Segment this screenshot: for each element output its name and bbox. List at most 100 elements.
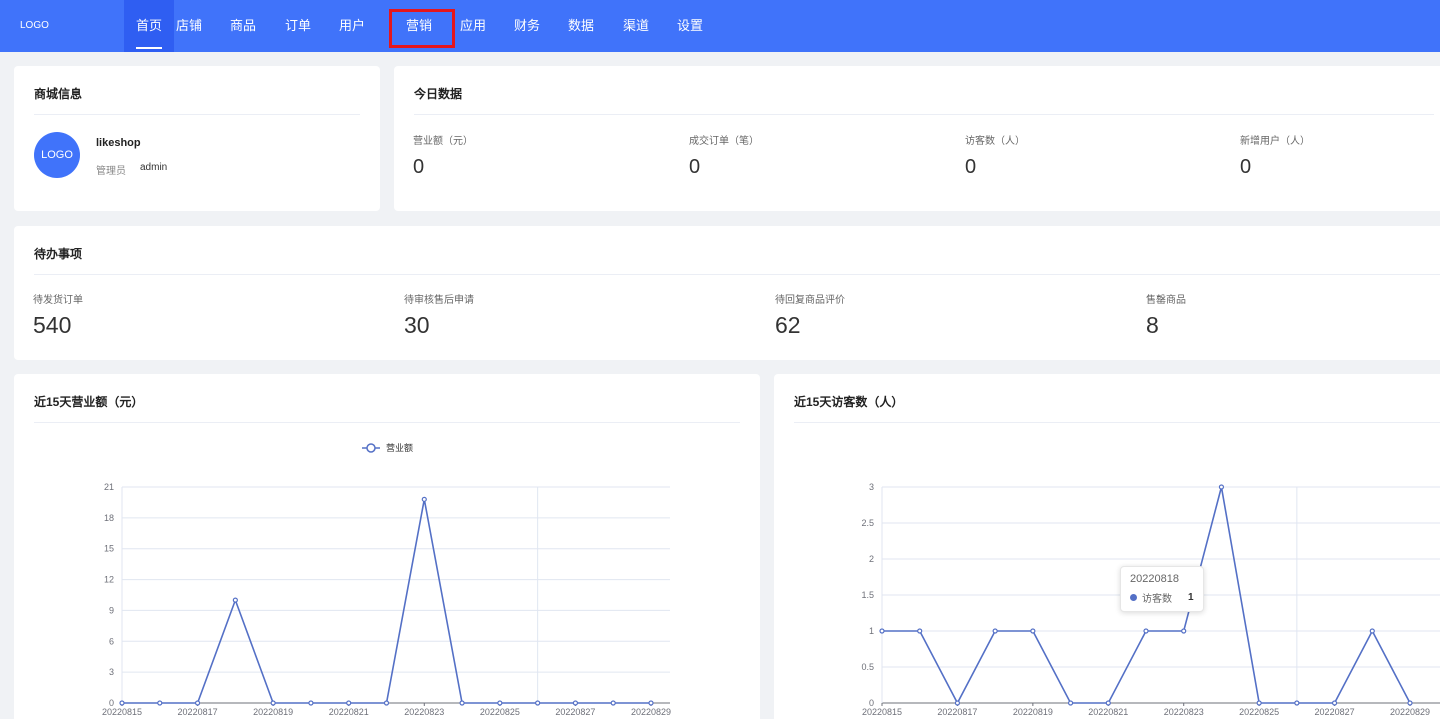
todo-title: 待办事项 — [34, 247, 83, 261]
y-tick-label: 3 — [109, 667, 114, 677]
data-point — [459, 700, 465, 706]
todo-label-pending-shipment: 待发货订单 — [33, 295, 83, 306]
data-point — [119, 700, 125, 706]
logo: LOGO — [20, 20, 49, 31]
y-tick-label: 6 — [109, 636, 114, 646]
stat-label-new-users: 新增用户（人） — [1240, 136, 1310, 147]
tooltip-series-label: 访客数 — [1142, 594, 1172, 605]
data-point — [610, 700, 616, 706]
shop-name: likeshop — [96, 137, 141, 149]
legend-label: 营业额 — [386, 442, 413, 453]
data-point — [1369, 628, 1375, 634]
data-point — [1407, 700, 1413, 706]
data-point — [1030, 628, 1036, 634]
nav-home[interactable]: 首页 — [124, 0, 174, 52]
todo-label-review-reply: 待回复商品评价 — [775, 295, 845, 306]
y-tick-label: 12 — [104, 575, 114, 585]
top-navbar: LOGO 首页 店铺 商品 订单 用户 营销 应用 财务 数据 渠道 设置 — [0, 0, 1440, 52]
visitor-chart-card: 近15天访客数（人） 0 0.5 1 1.5 2 2.5 3 20220815 20220817… — [774, 374, 1440, 719]
stat-value-new-users: 0 — [1240, 156, 1252, 178]
stat-label-orders: 成交订单（笔） — [689, 136, 759, 147]
tooltip-row: 访客数 1 — [1130, 590, 1194, 605]
nav-finance[interactable]: 财务 — [514, 0, 540, 52]
x-tick-label: 20220821 — [329, 707, 369, 717]
data-point — [1143, 628, 1149, 634]
data-point — [157, 700, 163, 706]
tooltip-value: 1 — [1188, 592, 1194, 603]
nav-data[interactable]: 数据 — [568, 0, 594, 52]
x-tick-label: 20220829 — [1390, 707, 1430, 717]
y-tick-label: 2.5 — [861, 518, 874, 528]
y-tick-label: 21 — [104, 482, 114, 492]
data-point — [1105, 700, 1111, 706]
todo-value-after-sale[interactable]: 30 — [404, 312, 430, 339]
stat-value-orders: 0 — [689, 156, 701, 178]
shop-info-title: 商城信息 — [34, 87, 83, 101]
data-point — [1181, 628, 1187, 634]
data-point — [954, 700, 961, 706]
todo-value-review-reply[interactable]: 62 — [775, 312, 801, 339]
role-value: admin — [140, 162, 168, 173]
nav-users[interactable]: 用户 — [339, 0, 365, 52]
data-point — [1256, 700, 1262, 706]
visitor-line-chart: 00.511.522.5320220815 20220817 20220819 202… — [861, 482, 1440, 717]
data-point — [497, 700, 503, 706]
data-point — [383, 700, 390, 706]
y-tick-label: 1.5 — [861, 590, 874, 600]
data-point — [535, 700, 541, 706]
x-tick-label: 20220815 — [102, 707, 142, 717]
stat-value-visitors: 0 — [965, 156, 977, 178]
x-tick-label: 20220817 — [178, 707, 218, 717]
y-tick-label: 18 — [104, 513, 114, 523]
x-tick-label: 20220821 — [1088, 707, 1128, 717]
y-tick-label: 0.5 — [861, 662, 874, 672]
x-tick-label: 20220819 — [1013, 707, 1053, 717]
role-label: 管理员 — [96, 166, 126, 177]
x-tick-label: 20220825 — [480, 707, 520, 717]
stat-value-revenue: 0 — [413, 156, 425, 178]
nav-orders[interactable]: 订单 — [285, 0, 311, 52]
data-point — [572, 700, 579, 706]
x-tick-label: 20220819 — [253, 707, 293, 717]
shop-avatar: LOGO — [34, 132, 80, 178]
x-tick-label: 20220829 — [631, 707, 671, 717]
y-tick-label: 2 — [869, 554, 874, 564]
data-point — [992, 628, 998, 634]
shop-info-card: 商城信息 LOGO likeshop 管理员 admin — [14, 66, 380, 211]
data-point — [1067, 700, 1074, 706]
nav-marketing[interactable]: 营销 — [393, 0, 445, 52]
data-point — [1331, 700, 1338, 706]
data-point — [648, 700, 654, 706]
y-tick-label: 9 — [109, 605, 114, 615]
nav-shop[interactable]: 店铺 — [176, 0, 202, 52]
divider — [34, 274, 1440, 275]
todo-value-pending-shipment[interactable]: 540 — [33, 312, 71, 339]
nav-home-label: 首页 — [135, 18, 162, 33]
nav-settings[interactable]: 设置 — [677, 0, 703, 52]
divider — [34, 114, 360, 115]
today-data-title: 今日数据 — [414, 87, 463, 101]
data-point — [308, 700, 314, 706]
x-tick-label: 20220825 — [1239, 707, 1279, 717]
data-point — [232, 597, 238, 603]
revenue-chart-card: 近15天营业额（元） 0 3 6 9 12 15 18 21 20220815 20220817 2… — [14, 374, 760, 719]
y-tick-label: 1 — [869, 626, 874, 636]
todo-value-sold-out[interactable]: 8 — [1146, 312, 1159, 339]
todo-card: 待办事项 待发货订单 540 待审核售后申请 30 待回复商品评价 62 售罄商… — [14, 226, 1440, 360]
y-tick-label: 15 — [104, 544, 114, 554]
nav-apps[interactable]: 应用 — [460, 0, 486, 52]
x-tick-label: 20220823 — [404, 707, 444, 717]
x-tick-label: 20220817 — [937, 707, 977, 717]
x-tick-label: 20220823 — [1164, 707, 1204, 717]
divider — [414, 114, 1434, 115]
nav-products[interactable]: 商品 — [230, 0, 256, 52]
x-tick-label: 20220827 — [1315, 707, 1355, 717]
tooltip-date: 20220818 — [1130, 573, 1179, 585]
active-underline — [136, 47, 162, 49]
data-point — [917, 628, 923, 634]
data-point — [194, 700, 201, 706]
legend-marker-icon — [366, 443, 376, 453]
data-point — [1218, 484, 1225, 490]
data-point — [270, 700, 276, 706]
nav-channels[interactable]: 渠道 — [623, 0, 649, 52]
